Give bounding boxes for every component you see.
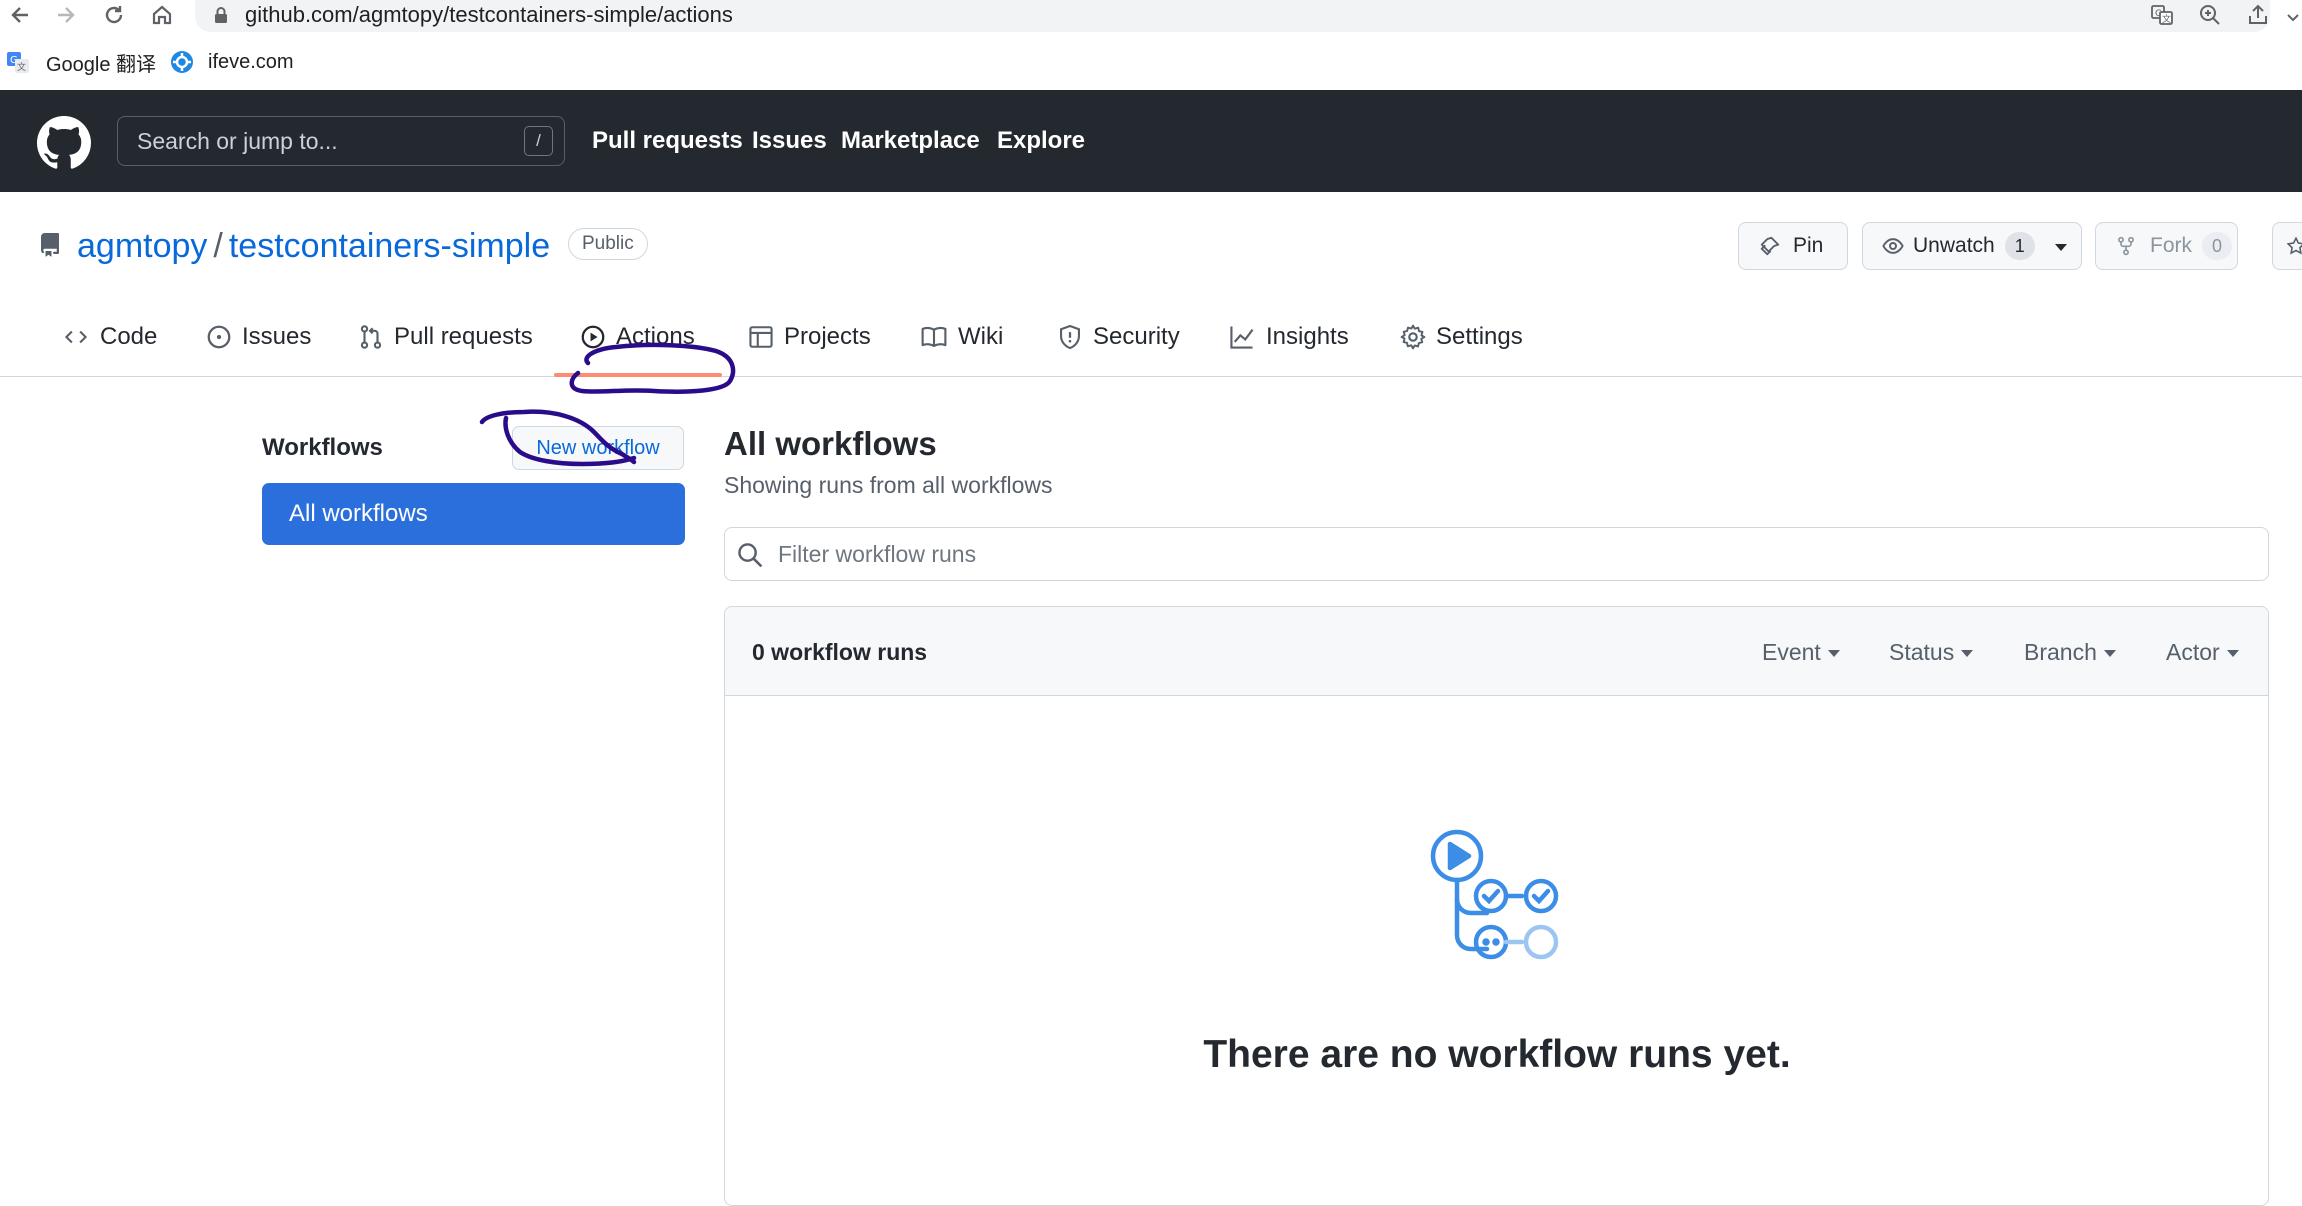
bookmarks-bar: [0, 40, 2302, 84]
issue-opened-icon: [207, 325, 231, 349]
tab-label: Security: [1093, 323, 1180, 350]
dropdown-label: Branch: [2024, 638, 2097, 665]
repo-title: agmtopy / testcontainers-simple: [77, 222, 550, 270]
sidebar-item-label: All workflows: [289, 500, 428, 527]
repo-owner-link[interactable]: agmtopy: [77, 227, 207, 265]
svg-text:文: 文: [17, 61, 26, 73]
star-icon: [2287, 237, 2302, 255]
tab-security[interactable]: Security: [1057, 312, 1180, 362]
tabs-divider: [0, 376, 2302, 377]
star-button[interactable]: [2272, 222, 2302, 270]
empty-state-message: There are no workflow runs yet.: [1203, 1033, 1791, 1076]
caret-down-icon: [2054, 244, 2067, 251]
annotation-circles: [479, 342, 736, 467]
pin-icon: [1760, 236, 1780, 256]
pin-label: Pin: [1793, 234, 1824, 257]
search-icon: [737, 542, 763, 573]
tab-label: Projects: [784, 323, 871, 350]
nav-issues[interactable]: Issues: [752, 116, 827, 166]
caret-down-icon: [1961, 650, 1974, 657]
tab-label: Code: [100, 323, 158, 350]
fork-button[interactable]: Fork 0: [2095, 222, 2238, 270]
page-title: All workflows: [724, 425, 937, 462]
git-pull-request-icon: [360, 325, 382, 349]
bookmark-google-translate[interactable]: G文 Google 翻译: [6, 42, 156, 82]
shield-icon: [1060, 324, 1080, 350]
event-filter-dropdown[interactable]: Event: [1762, 629, 1840, 675]
tab-label: Wiki: [958, 323, 1004, 350]
github-logo-icon[interactable]: [37, 116, 91, 175]
search-placeholder: Search or jump to...: [137, 128, 338, 154]
google-translate-icon: G文: [7, 52, 29, 73]
back-icon[interactable]: [2, 0, 38, 30]
share-icon[interactable]: [2246, 3, 2270, 32]
bookmark-label: ifeve.com: [208, 50, 294, 73]
repo-name-link[interactable]: testcontainers-simple: [229, 227, 550, 265]
forward-icon[interactable]: [48, 0, 84, 30]
nav-pull-requests[interactable]: Pull requests: [592, 116, 743, 166]
visibility-badge: Public: [568, 228, 648, 260]
url-text[interactable]: github.com/agmtopy/testcontainers-simple…: [245, 0, 733, 30]
workflow-empty-state-icon: [1428, 829, 1564, 968]
chevron-down-icon[interactable]: [2286, 10, 2300, 28]
tab-code[interactable]: Code: [62, 312, 157, 362]
svg-text:文: 文: [2162, 13, 2171, 25]
code-icon: [64, 330, 88, 344]
bookmark-ifeve[interactable]: ifeve.com: [170, 42, 294, 82]
gear-icon: [1400, 324, 1426, 350]
caret-down-icon: [2226, 650, 2239, 657]
workflows-heading: Workflows: [262, 434, 383, 461]
bookmark-label: Google 翻译: [46, 53, 157, 76]
graph-icon: [1230, 326, 1254, 349]
dropdown-label: Actor: [2166, 638, 2220, 665]
tab-wiki[interactable]: Wiki: [920, 312, 1003, 362]
fork-label: Fork: [2150, 234, 2192, 257]
tab-settings[interactable]: Settings: [1400, 312, 1523, 362]
pin-button[interactable]: Pin: [1738, 222, 1848, 270]
actor-filter-dropdown[interactable]: Actor: [2166, 629, 2239, 675]
tab-label: Issues: [242, 323, 312, 350]
watch-counter: 1: [2004, 232, 2035, 260]
table-icon: [749, 326, 773, 348]
tab-insights[interactable]: Insights: [1228, 312, 1349, 362]
repo-separator: /: [213, 227, 223, 265]
unwatch-label: Unwatch: [1913, 234, 1995, 257]
unwatch-button[interactable]: Unwatch 1: [1862, 222, 2082, 270]
dropdown-label: Event: [1762, 638, 1821, 665]
filter-placeholder: Filter workflow runs: [778, 541, 977, 567]
eye-icon: [1882, 238, 1904, 254]
lock-icon: [213, 6, 229, 29]
tab-issues[interactable]: Issues: [206, 312, 311, 362]
repo-icon: [38, 232, 62, 263]
dropdown-label: Status: [1889, 638, 1955, 665]
fork-icon: [2118, 236, 2134, 256]
book-icon: [921, 326, 947, 347]
branch-filter-dropdown[interactable]: Branch: [2024, 629, 2116, 675]
home-icon[interactable]: [144, 0, 180, 30]
page-subtitle: Showing runs from all workflows: [724, 472, 1053, 498]
translate-icon[interactable]: G文: [2150, 3, 2174, 32]
caret-down-icon: [2103, 650, 2116, 657]
workflow-runs-count: 0 workflow runs: [752, 639, 928, 665]
reload-icon[interactable]: [96, 0, 132, 30]
tab-label: Settings: [1436, 323, 1523, 350]
status-filter-dropdown[interactable]: Status: [1889, 629, 1974, 675]
tab-label: Insights: [1266, 323, 1349, 350]
slash-shortcut-key: /: [524, 126, 553, 156]
nav-marketplace[interactable]: Marketplace: [841, 116, 980, 166]
tab-projects[interactable]: Projects: [748, 312, 871, 362]
ifeve-icon: [171, 51, 193, 73]
caret-down-icon: [1827, 650, 1840, 657]
fork-counter: 0: [2202, 232, 2232, 260]
nav-explore[interactable]: Explore: [997, 116, 1085, 166]
zoom-icon[interactable]: [2198, 3, 2222, 32]
